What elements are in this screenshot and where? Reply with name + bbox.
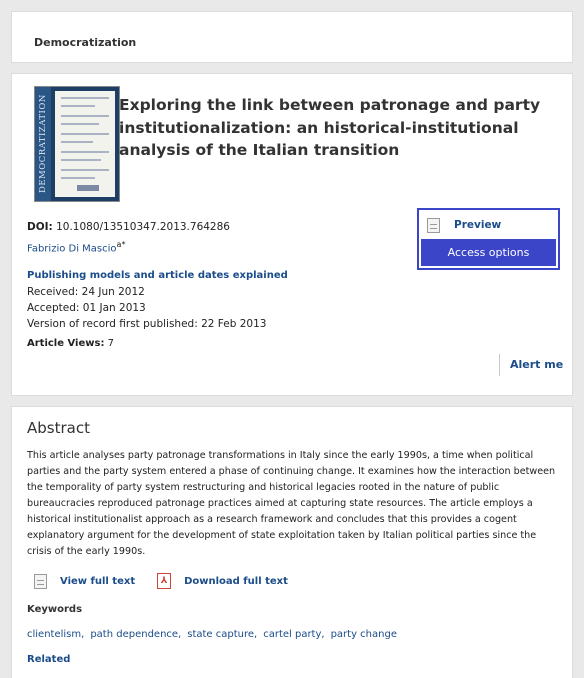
author[interactable]: Fabrizio Di Mascioa*: [27, 240, 125, 254]
related-heading[interactable]: Related: [27, 654, 70, 665]
keyword-link[interactable]: path dependence,: [90, 629, 181, 640]
access-options-button[interactable]: Access options: [421, 239, 556, 266]
cover-spine-title: DEMOCRATIZATION: [35, 87, 51, 201]
document-icon: [427, 217, 440, 233]
article-title: Exploring the link between patronage and…: [119, 96, 541, 159]
publishing-models-link[interactable]: Publishing models and article dates expl…: [27, 270, 288, 281]
author-affiliation-marker: a*: [116, 240, 126, 249]
abstract-heading: Abstract: [27, 419, 90, 437]
article-info-panel: DEMOCRATIZATION Exploring the link betwe…: [11, 73, 573, 396]
keyword-link[interactable]: state capture,: [187, 629, 257, 640]
keyword-link[interactable]: clientelism,: [27, 629, 84, 640]
keyword-link[interactable]: cartel party,: [263, 629, 324, 640]
doi: DOI: 10.1080/13510347.2013.764286: [27, 221, 230, 233]
publisher-logo: [77, 185, 99, 191]
document-icon[interactable]: [34, 573, 47, 589]
cover-page: [55, 91, 115, 197]
version-of-record-date: Version of record first published: 22 Fe…: [27, 318, 267, 330]
journal-header-panel: Democratization: [11, 11, 573, 63]
access-box: Preview Access options: [417, 208, 560, 270]
full-text-links: View full text ⅄ Download full text: [34, 573, 288, 589]
download-full-text-label[interactable]: Download full text: [184, 576, 288, 587]
keyword-link[interactable]: party change: [331, 629, 397, 640]
journal-cover-image[interactable]: DEMOCRATIZATION: [34, 86, 120, 202]
accepted-date: Accepted: 01 Jan 2013: [27, 302, 146, 314]
view-full-text-link[interactable]: View full text: [60, 576, 135, 587]
abstract-panel: Abstract This article analyses party pat…: [11, 406, 573, 678]
download-full-text-link[interactable]: ⅄ Download full text: [157, 573, 288, 589]
article-views: Article Views: 7: [27, 338, 114, 349]
keywords-heading: Keywords: [27, 604, 83, 615]
alert-me-link[interactable]: Alert me: [499, 354, 563, 376]
doi-value: 10.1080/13510347.2013.764286: [56, 221, 230, 233]
preview-label[interactable]: Preview: [454, 219, 501, 231]
article-views-count: 7: [107, 338, 115, 349]
article-views-label: Article Views:: [27, 338, 105, 349]
author-name[interactable]: Fabrizio Di Mascio: [27, 243, 117, 254]
journal-name[interactable]: Democratization: [34, 36, 136, 49]
pdf-icon[interactable]: ⅄: [157, 573, 172, 589]
keywords-list: clientelism, path dependence, state capt…: [27, 629, 403, 640]
doi-label: DOI:: [27, 221, 53, 233]
received-date: Received: 24 Jun 2012: [27, 286, 145, 298]
abstract-text: This article analyses party patronage tr…: [27, 450, 556, 557]
preview-link[interactable]: Preview: [427, 216, 501, 234]
